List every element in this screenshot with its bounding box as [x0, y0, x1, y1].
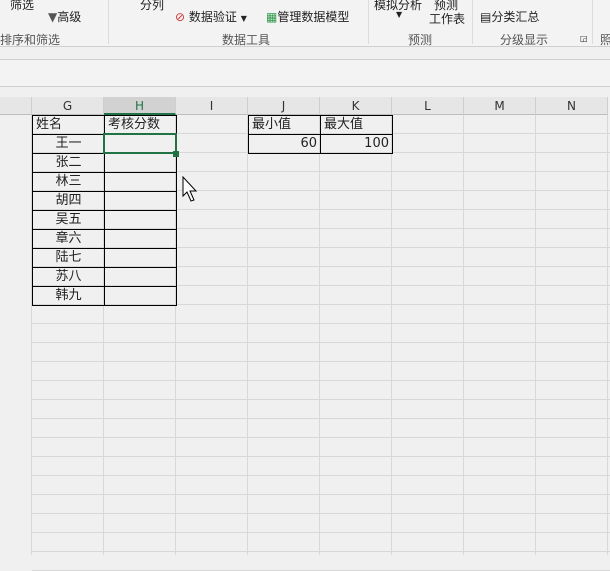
score-cell[interactable]: [104, 267, 177, 287]
name-cell[interactable]: 吴五: [32, 210, 105, 230]
dropdown-arrow-icon: ▼: [396, 10, 403, 19]
gridline: [32, 456, 610, 457]
spreadsheet-grid[interactable]: G H I J K L M N 姓名 考核分数 王一 张二 林三 胡四 吴五 章六 陆七 苏八 韩九 最小值 最大值 60…: [0, 97, 610, 571]
gridline: [319, 115, 320, 555]
score-cell[interactable]: [104, 191, 177, 211]
gridline: [607, 115, 608, 555]
gridline: [247, 115, 248, 555]
ribbon: 筛选 ▼高级 排序和筛选 分列 ⊘ 数据验证 ▼ ▦管理数据模型 数据工具 模拟…: [0, 0, 610, 47]
group-label-next: 照: [600, 33, 610, 47]
data-validation-icon: ⊘: [175, 10, 186, 24]
name-cell[interactable]: 张二: [32, 153, 105, 173]
data-validation-button[interactable]: ⊘ 数据验证 ▼: [175, 8, 247, 25]
gridline: [32, 437, 610, 438]
column-header-L[interactable]: L: [392, 97, 464, 115]
gridline: [32, 418, 610, 419]
subtotal-icon: ▤: [480, 10, 492, 24]
gridline: [32, 494, 610, 495]
active-cell-selection[interactable]: [103, 133, 177, 154]
name-cell[interactable]: 苏八: [32, 267, 105, 287]
gridline: [32, 399, 610, 400]
group-label-sort-filter: 排序和筛选: [0, 33, 61, 47]
name-cell[interactable]: 林三: [32, 172, 105, 192]
column-header-M[interactable]: M: [464, 97, 536, 115]
funnel-icon: ▼: [48, 10, 58, 24]
name-cell[interactable]: 韩九: [32, 286, 105, 306]
dialog-launcher-icon[interactable]: ◲: [580, 34, 588, 43]
column-header-H[interactable]: H: [104, 97, 176, 115]
name-cell[interactable]: 陆七: [32, 248, 105, 268]
subtotal-button[interactable]: ▤分类汇总: [480, 8, 539, 25]
header-cell-name[interactable]: 姓名: [32, 115, 105, 135]
gridline: [535, 115, 536, 555]
min-value-cell[interactable]: 60: [248, 134, 321, 154]
score-cell[interactable]: [104, 286, 177, 306]
fill-handle[interactable]: [173, 151, 179, 157]
forecast-sheet-label: 工作表: [429, 12, 466, 26]
select-all-corner[interactable]: [0, 97, 32, 115]
name-cell[interactable]: 章六: [32, 229, 105, 249]
header-cell-min[interactable]: 最小值: [248, 115, 321, 135]
header-cell-score[interactable]: 考核分数: [104, 115, 177, 135]
column-header-K[interactable]: K: [320, 97, 392, 115]
header-cell-max[interactable]: 最大值: [320, 115, 393, 135]
column-header-J[interactable]: J: [248, 97, 320, 115]
gridline: [32, 551, 610, 552]
gridline: [391, 115, 392, 555]
name-cell[interactable]: 王一: [32, 134, 105, 154]
max-value-cell[interactable]: 100: [320, 134, 393, 154]
score-cell[interactable]: [104, 153, 177, 173]
gridline: [32, 475, 610, 476]
text-to-columns-button[interactable]: 分列: [140, 0, 164, 13]
gridline: [32, 323, 610, 324]
gridline: [32, 532, 610, 533]
group-label-outline: 分级显示: [500, 33, 549, 47]
group-label-data-tools: 数据工具: [222, 33, 271, 47]
column-header-G[interactable]: G: [32, 97, 104, 115]
score-cell[interactable]: [104, 172, 177, 192]
score-cell[interactable]: [104, 248, 177, 268]
data-model-icon: ▦: [266, 10, 278, 24]
advanced-filter-button[interactable]: ▼高级: [48, 8, 81, 25]
gridline: [32, 361, 610, 362]
formula-bar[interactable]: [0, 59, 610, 87]
filter-button[interactable]: 筛选: [10, 0, 34, 13]
manage-data-model-button[interactable]: ▦管理数据模型: [266, 8, 349, 25]
mouse-cursor-icon: [182, 175, 198, 206]
gridline: [32, 342, 610, 343]
gridline: [463, 115, 464, 555]
group-label-forecast: 预测: [408, 33, 433, 47]
column-header-N[interactable]: N: [536, 97, 608, 115]
score-cell[interactable]: [104, 210, 177, 230]
dropdown-arrow-icon: ▼: [240, 14, 247, 23]
gridline: [32, 380, 610, 381]
score-cell[interactable]: [104, 229, 177, 249]
column-header-I[interactable]: I: [176, 97, 248, 115]
gridline: [32, 513, 610, 514]
name-cell[interactable]: 胡四: [32, 191, 105, 211]
